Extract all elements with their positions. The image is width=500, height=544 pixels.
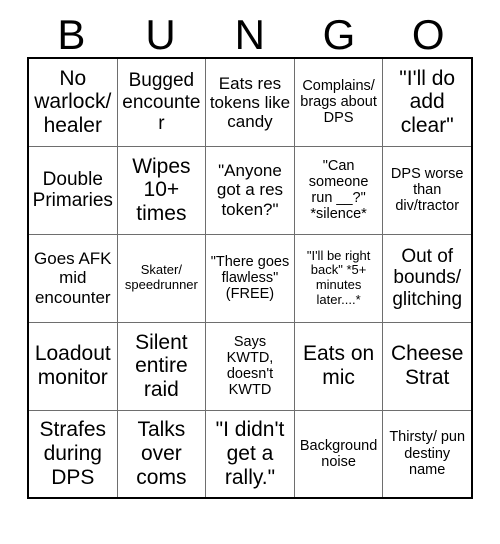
header-letter-n: N <box>234 11 266 58</box>
bingo-cell[interactable]: Double Primaries <box>27 145 118 235</box>
bingo-cell[interactable]: "Anyone got a res token?" <box>205 145 295 235</box>
bingo-row: Goes AFK mid encounter Skater/ speedrunn… <box>27 233 473 323</box>
bingo-cell[interactable]: Cheese Strat <box>382 321 473 411</box>
bingo-row: Double Primaries Wipes 10+ times "Anyone… <box>27 145 473 235</box>
bingo-cell[interactable]: Eats on mic <box>293 321 384 411</box>
bingo-cell[interactable]: Goes AFK mid encounter <box>27 233 118 323</box>
header-letter-g: G <box>322 11 356 58</box>
bingo-cell[interactable]: "I'll be right back" *5+ minutes later..… <box>293 233 384 323</box>
bingo-cell[interactable]: "I didn't get a rally." <box>205 409 295 499</box>
bingo-cell[interactable]: "I'll do add clear" <box>382 57 473 147</box>
bingo-cell[interactable]: DPS worse than div/tractor <box>382 145 473 235</box>
bingo-cell[interactable]: Skater/ speedrunner <box>116 233 207 323</box>
header-letter-b: B <box>57 11 86 58</box>
bingo-header: B U N G O <box>27 0 473 57</box>
header-letter-u: U <box>145 11 177 58</box>
bingo-cell[interactable]: Out of bounds/ glitching <box>382 233 473 323</box>
bingo-grid: No warlock/ healer Bugged encounter Eats… <box>27 57 473 499</box>
bingo-cell[interactable]: Bugged encounter <box>116 57 207 147</box>
bingo-cell[interactable]: Says KWTD, doesn't KWTD <box>205 321 295 411</box>
bingo-cell[interactable]: Talks over coms <box>116 409 207 499</box>
bingo-row: No warlock/ healer Bugged encounter Eats… <box>27 57 473 147</box>
bingo-cell[interactable]: Wipes 10+ times <box>116 145 207 235</box>
header-letter-o: O <box>411 11 445 58</box>
bingo-cell[interactable]: Thirsty/ pun destiny name <box>382 409 473 499</box>
bingo-cell[interactable]: Eats res tokens like candy <box>205 57 295 147</box>
bingo-card: B U N G O No warlock/ healer Bugged enco… <box>0 0 500 544</box>
bingo-row: Loadout monitor Silent entire raid Says … <box>27 321 473 411</box>
bingo-cell[interactable]: No warlock/ healer <box>27 57 118 147</box>
bingo-cell[interactable]: Background noise <box>293 409 384 499</box>
bingo-cell-free[interactable]: "There goes flawless" (FREE) <box>205 233 295 323</box>
bingo-cell[interactable]: Silent entire raid <box>116 321 207 411</box>
bingo-cell[interactable]: Loadout monitor <box>27 321 118 411</box>
bingo-cell[interactable]: Complains/ brags about DPS <box>293 57 384 147</box>
bingo-row: Strafes during DPS Talks over coms "I di… <box>27 409 473 499</box>
bingo-cell[interactable]: Strafes during DPS <box>27 409 118 499</box>
bingo-cell[interactable]: "Can someone run __?" *silence* <box>293 145 384 235</box>
